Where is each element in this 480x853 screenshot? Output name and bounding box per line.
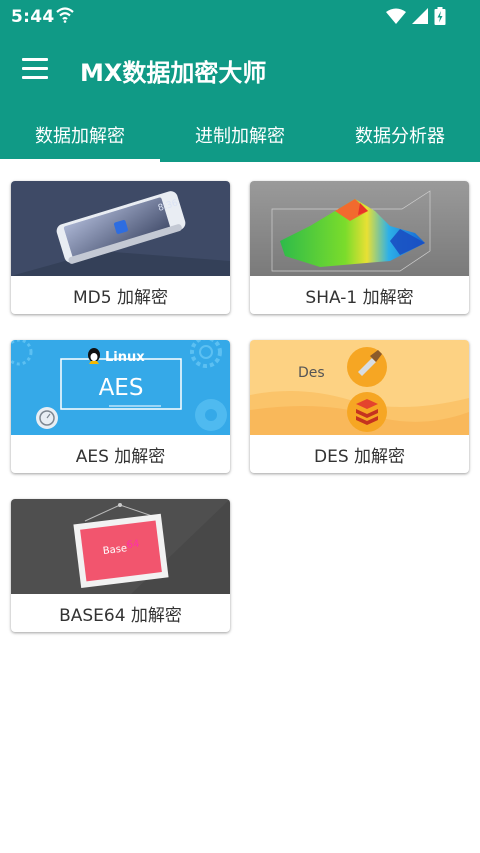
card-des[interactable]: Des DES 加解密: [250, 340, 469, 473]
aes-image-text: AES: [99, 375, 144, 401]
status-icons: [386, 7, 446, 29]
card-base64-label: BASE64 加解密: [59, 605, 182, 626]
base64-frame-accent: 64: [126, 539, 140, 551]
wifi-icon: [386, 8, 406, 28]
card-aes[interactable]: Linux AES AES 加解密: [11, 340, 230, 473]
card-base64[interactable]: Base64 BASE64 加解密: [11, 499, 230, 632]
linux-label: Linux: [105, 350, 145, 365]
status-bar: 5:44: [0, 0, 480, 32]
tab-base-encrypt[interactable]: 进制加解密: [160, 107, 320, 162]
app-bar: MX数据加密大师: [0, 32, 480, 107]
tab-bar: 数据加解密 进制加解密 数据分析器: [0, 107, 480, 162]
aes-image: Linux AES: [11, 340, 230, 435]
tab-indicator: [0, 159, 160, 162]
tab-data-encrypt[interactable]: 数据加解密: [0, 107, 160, 162]
card-md5[interactable]: 8:36 MD5 加解密: [11, 181, 230, 314]
md5-image: 8:36: [11, 181, 230, 276]
hamburger-menu-icon[interactable]: [22, 58, 50, 80]
des-image-text: Des: [298, 365, 325, 381]
des-image: Des: [250, 340, 469, 435]
card-sha1[interactable]: SHA-1 加解密: [250, 181, 469, 314]
wifi-call-icon: [55, 7, 75, 27]
status-time: 5:44: [11, 7, 55, 27]
app-header: 5:44 MX数据加密大师 数据加解密 进制加解密 数据分析器: [0, 0, 480, 162]
battery-charging-icon: [434, 7, 446, 29]
card-des-label: DES 加解密: [313, 446, 406, 467]
card-sha1-label: SHA-1 加解密: [305, 287, 414, 308]
base64-image: Base64: [11, 499, 230, 594]
app-title: MX数据加密大师: [80, 59, 267, 87]
card-md5-label: MD5 加解密: [73, 287, 168, 308]
sha1-image: [250, 181, 469, 276]
signal-icon: [412, 8, 428, 28]
card-aes-label: AES 加解密: [75, 446, 166, 467]
tab-data-analyzer[interactable]: 数据分析器: [320, 107, 480, 162]
